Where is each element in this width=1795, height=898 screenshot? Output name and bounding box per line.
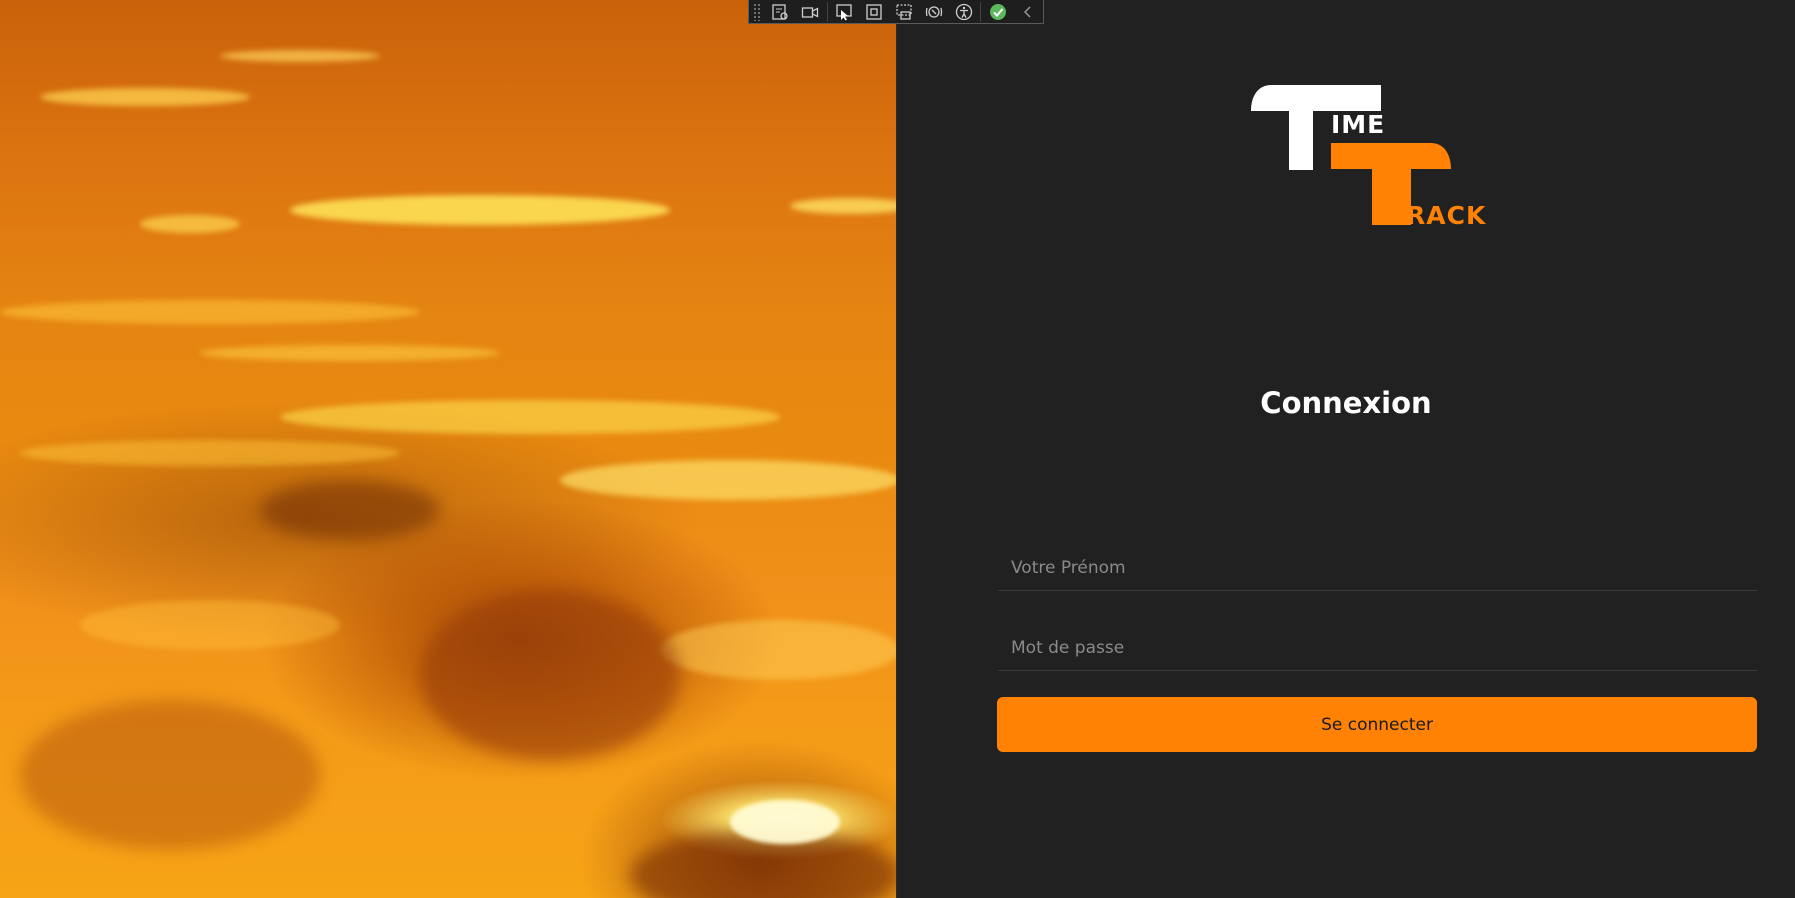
track-focus-icon[interactable] bbox=[889, 1, 919, 23]
app-window: IME RACK Connexion Se connecter bbox=[0, 0, 1795, 898]
page-title: Connexion bbox=[1260, 386, 1432, 420]
password-input[interactable] bbox=[998, 625, 1757, 670]
display-layout-adorners-icon[interactable] bbox=[859, 1, 889, 23]
login-panel: IME RACK Connexion Se connecter bbox=[896, 0, 1795, 898]
password-field bbox=[998, 625, 1757, 671]
record-icon[interactable] bbox=[795, 1, 825, 23]
debug-toolbar bbox=[748, 0, 1044, 24]
logo-word-rack: RACK bbox=[1406, 201, 1487, 230]
toolbar-grip-handle[interactable] bbox=[753, 2, 761, 21]
toolbar-separator bbox=[980, 1, 982, 22]
accessibility-icon[interactable] bbox=[949, 1, 979, 23]
hot-reload-ok-icon[interactable] bbox=[983, 1, 1013, 23]
login-button[interactable]: Se connecter bbox=[997, 697, 1757, 752]
binding-failures-icon[interactable] bbox=[919, 1, 949, 23]
timetrack-logo: IME RACK bbox=[1251, 85, 1513, 230]
first-name-field bbox=[998, 545, 1757, 591]
toolbar-separator bbox=[826, 1, 828, 22]
collapse-chevron-icon[interactable] bbox=[1013, 1, 1043, 23]
sunset-hero-image bbox=[0, 0, 896, 898]
live-visual-tree-icon[interactable] bbox=[765, 1, 795, 23]
select-element-icon[interactable] bbox=[830, 1, 860, 23]
first-name-input[interactable] bbox=[998, 545, 1757, 590]
logo-word-ime: IME bbox=[1331, 110, 1386, 139]
